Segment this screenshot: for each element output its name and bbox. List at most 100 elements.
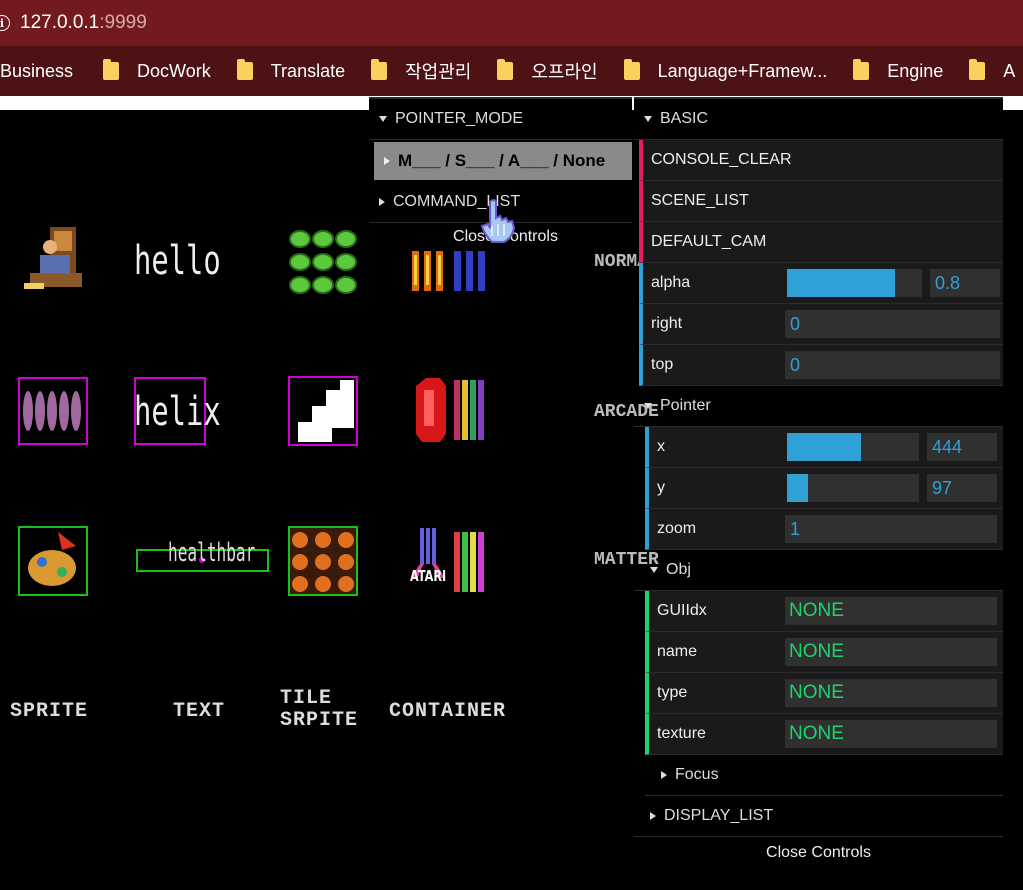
row-label: GUIIdx [657, 602, 707, 619]
guiidx-control: GUIIdx NONE [645, 591, 1003, 632]
folder-icon [236, 59, 253, 80]
triangle-down-icon [379, 116, 387, 122]
row-label: texture [657, 725, 706, 742]
zoom-control: zoom 1 [645, 509, 1003, 550]
alpha-input[interactable]: 0.8 [930, 269, 1000, 297]
folder-title-label: BASIC [660, 110, 709, 127]
bookmark-engine[interactable]: Engine [853, 59, 943, 82]
x-input[interactable]: 444 [927, 433, 997, 461]
triangle-down-icon [644, 403, 652, 409]
hand-pointer-cursor-icon [480, 199, 516, 243]
name-input[interactable]: NONE [785, 638, 997, 666]
arcade-sprite-box[interactable] [18, 377, 88, 445]
default-cam-button[interactable]: DEFAULT_CAM [639, 222, 1003, 263]
right-control: right 0 [639, 304, 1003, 345]
col-label-container: CONTAINER [389, 700, 507, 723]
col-label-tile-sprite: TILE SRPITE [280, 688, 358, 732]
healthbar-text: healthbar [168, 538, 256, 568]
info-icon[interactable]: i [0, 15, 10, 31]
texture-input[interactable]: NONE [785, 720, 997, 748]
focus-folder[interactable]: Focus [645, 755, 1003, 796]
row-label: name [657, 643, 698, 660]
bookmark-label: Translate [270, 60, 346, 81]
col-label-srpite: SRPITE [280, 709, 359, 732]
folder-icon [969, 59, 986, 80]
pointer-mode-row: M___ / S___ / A___ / None [369, 140, 632, 182]
row-label: DEFAULT_CAM [651, 233, 767, 250]
row-label: top [651, 356, 674, 373]
texture-control: texture NONE [645, 714, 1003, 755]
folder-title-label: Obj [666, 561, 691, 578]
bookmark-docwork[interactable]: DocWork [103, 59, 211, 82]
bookmark-more[interactable]: A [969, 59, 1016, 82]
pointer-mode-select[interactable]: M___ / S___ / A___ / None [374, 142, 632, 180]
basic-folder-body: CONSOLE_CLEAR SCENE_LIST DEFAULT_CAM alp… [639, 140, 1003, 386]
pointer-mode-folder[interactable]: POINTER_MODE [369, 99, 632, 140]
right-control-panel: BASIC CONSOLE_CLEAR SCENE_LIST DEFAULT_C… [634, 97, 1003, 869]
bookmark-business[interactable]: Business [0, 61, 73, 82]
atari-container[interactable] [410, 526, 490, 598]
triangle-down-icon [650, 567, 658, 573]
bookmark-translate[interactable]: Translate [236, 59, 346, 82]
row-label: right [651, 315, 683, 332]
y-slider[interactable] [787, 474, 919, 502]
y-control: y 97 [645, 468, 1003, 509]
hello-text[interactable]: hello [134, 238, 221, 284]
url-text[interactable]: 127.0.0.1:9999 [20, 12, 147, 34]
folder-icon [371, 59, 388, 80]
row-label: alpha [651, 274, 691, 291]
browser-address-bar[interactable]: i 127.0.0.1:9999 [0, 0, 1023, 46]
bookmark-work[interactable]: 작업관리 [371, 58, 471, 84]
bookmark-label: A [1003, 60, 1016, 81]
col-label-text: TEXT [173, 700, 226, 723]
king-on-throne-sprite[interactable] [20, 225, 88, 297]
row-label: SCENE_LIST [651, 192, 749, 209]
helix-text[interactable]: helix [134, 389, 221, 435]
y-input[interactable]: 97 [927, 474, 997, 502]
folder-icon [497, 59, 514, 80]
type-control: type NONE [645, 673, 1003, 714]
matter-sprite-box[interactable] [18, 526, 88, 596]
guiidx-input[interactable]: NONE [785, 597, 997, 625]
folder-icon [853, 59, 870, 80]
folder-icon [623, 59, 640, 80]
obj-folder[interactable]: Obj [634, 550, 1003, 591]
matter-tile-box[interactable] [288, 526, 358, 596]
right-input[interactable]: 0 [785, 310, 1000, 338]
triangle-right-icon [650, 812, 656, 820]
zoom-input[interactable]: 1 [785, 515, 997, 543]
x-control: x 444 [645, 427, 1003, 468]
arcade-tile-box[interactable] [288, 376, 358, 446]
triangle-right-icon [384, 157, 390, 165]
folder-title-label: Pointer [660, 397, 711, 414]
atari-text: ATARI [410, 567, 447, 585]
row-label: type [657, 684, 688, 701]
scene-list-button[interactable]: SCENE_LIST [639, 181, 1003, 222]
row-label: x [657, 438, 665, 455]
pointer-folder[interactable]: Pointer [634, 386, 1003, 427]
console-clear-button[interactable]: CONSOLE_CLEAR [639, 140, 1003, 181]
bookmark-label: 오프라인 [531, 62, 598, 82]
right-close-controls-button[interactable]: Close Controls [634, 837, 1003, 869]
folder-title-label: POINTER_MODE [395, 110, 524, 127]
gem-container[interactable] [410, 376, 490, 446]
top-input[interactable]: 0 [785, 351, 1000, 379]
display-list-folder[interactable]: DISPLAY_LIST [634, 796, 1003, 837]
folder-title-label: Focus [675, 766, 719, 783]
bookmark-offline[interactable]: 오프라인 [497, 58, 598, 84]
bookmark-label: Business [0, 60, 74, 81]
type-input[interactable]: NONE [785, 679, 997, 707]
pointer-folder-body: x 444 y 97 zoom 1 [645, 427, 1003, 550]
bookmarks-bar: Business DocWork Translate 작업관리 오프라인 Lan… [0, 46, 1023, 96]
alpha-slider[interactable] [787, 269, 922, 297]
slider-fill [787, 269, 895, 297]
url-host: 127.0.0.1 [20, 12, 100, 33]
x-slider[interactable] [787, 433, 919, 461]
top-control: top 0 [639, 345, 1003, 386]
basic-folder[interactable]: BASIC [634, 99, 1003, 140]
green-ball-tiles[interactable] [289, 227, 359, 297]
bookmark-language[interactable]: Language+Framew... [623, 59, 827, 82]
col-label-tile: TILE [280, 687, 333, 710]
slider-fill [787, 433, 861, 461]
alpha-control: alpha 0.8 [639, 263, 1003, 304]
